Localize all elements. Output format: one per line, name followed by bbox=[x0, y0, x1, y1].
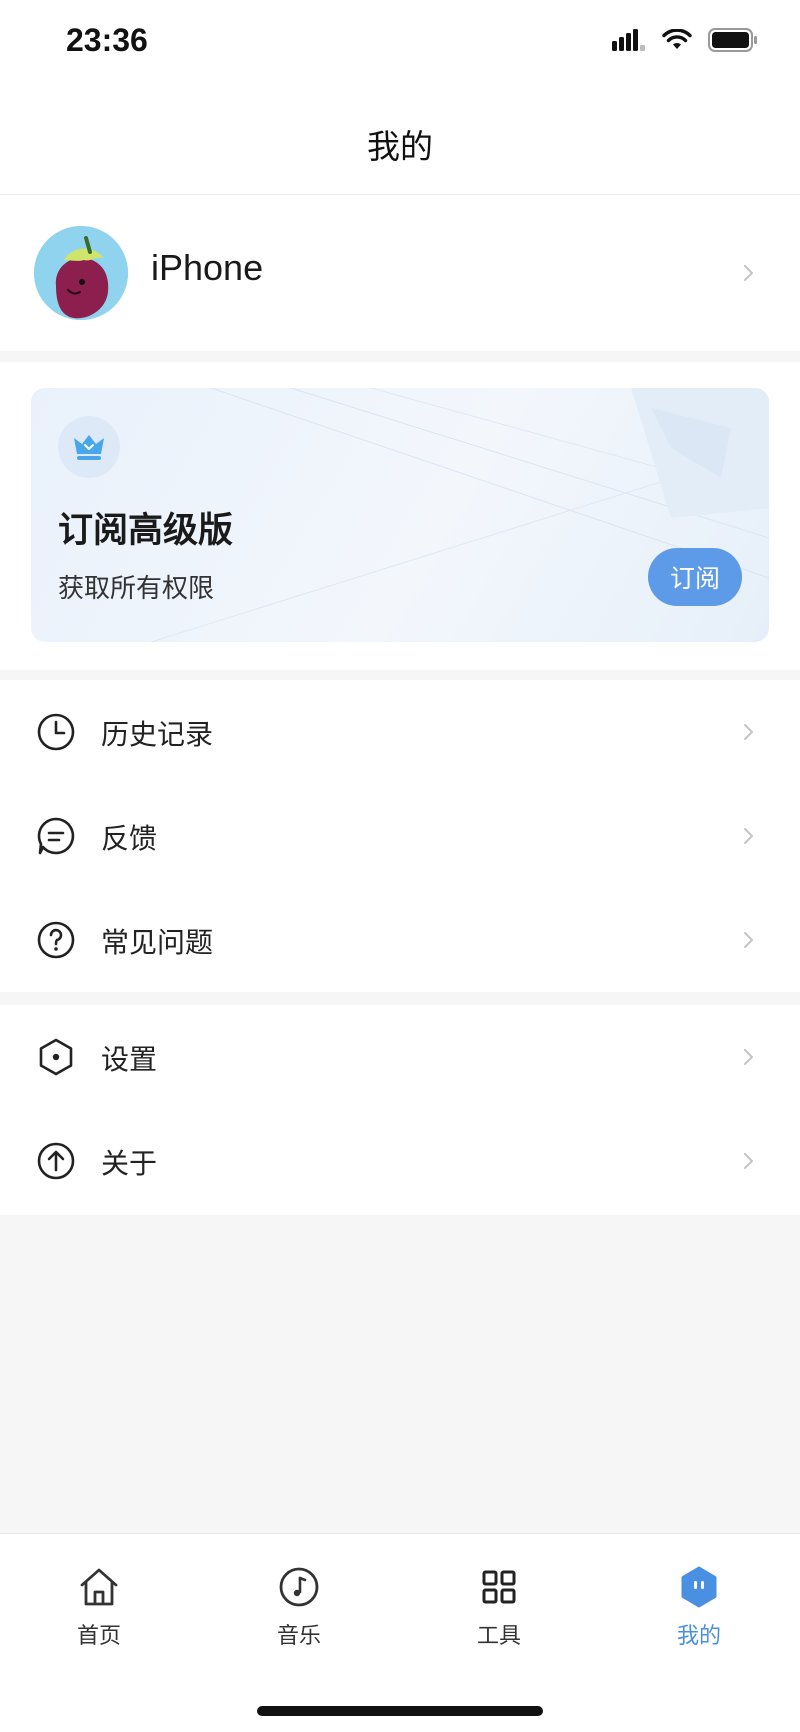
question-icon bbox=[36, 920, 76, 960]
menu-item-label: 历史记录 bbox=[101, 718, 214, 751]
menu-item-label: 常见问题 bbox=[101, 926, 214, 959]
menu-item-label: 反馈 bbox=[101, 822, 158, 855]
profile-icon bbox=[681, 1566, 717, 1608]
settings-hexagon-icon bbox=[36, 1037, 76, 1077]
signal-icon bbox=[612, 29, 646, 55]
subscription-card: 订阅高级版 获取所有权限 订阅 bbox=[31, 388, 769, 642]
chevron-right-icon bbox=[740, 828, 756, 844]
tab-music[interactable]: 音乐 bbox=[239, 1564, 359, 1664]
clock-icon bbox=[36, 712, 76, 752]
tab-home[interactable]: 首页 bbox=[39, 1564, 159, 1664]
chevron-right-icon bbox=[740, 265, 756, 281]
tab-label: 首页 bbox=[76, 1624, 121, 1649]
profile-row[interactable]: iPhone bbox=[0, 195, 800, 351]
nav-bar: 我的 bbox=[0, 90, 800, 195]
eggplant-avatar-icon bbox=[34, 226, 128, 320]
menu-group-secondary: 设置 关于 bbox=[0, 1005, 800, 1215]
subscription-description: 获取所有权限 bbox=[58, 574, 215, 604]
status-icons bbox=[612, 28, 758, 56]
profile-name: iPhone bbox=[151, 247, 264, 288]
page-title: 我的 bbox=[367, 127, 433, 166]
subscription-section: 订阅高级版 获取所有权限 订阅 bbox=[0, 362, 800, 670]
menu-item-feedback[interactable]: 反馈 bbox=[0, 784, 800, 888]
grid-icon bbox=[482, 1570, 516, 1604]
tab-profile[interactable]: 我的 bbox=[639, 1564, 759, 1664]
menu-item-settings[interactable]: 设置 bbox=[0, 1005, 800, 1109]
avatar bbox=[34, 226, 128, 320]
tab-label: 音乐 bbox=[276, 1624, 321, 1649]
home-icon bbox=[80, 1568, 118, 1606]
home-indicator[interactable] bbox=[257, 1706, 543, 1716]
tab-label: 工具 bbox=[476, 1624, 521, 1649]
tab-bar: 首页 音乐 工具 我的 bbox=[0, 1533, 800, 1732]
subscribe-button[interactable]: 订阅 bbox=[648, 548, 742, 606]
crown-icon bbox=[58, 416, 120, 478]
chevron-right-icon bbox=[740, 932, 756, 948]
status-bar: 23:36 bbox=[0, 0, 800, 90]
chevron-right-icon bbox=[740, 1049, 756, 1065]
tab-tools[interactable]: 工具 bbox=[439, 1564, 559, 1664]
chat-icon bbox=[36, 816, 76, 856]
status-time: 23:36 bbox=[66, 22, 148, 58]
menu-item-about[interactable]: 关于 bbox=[0, 1109, 800, 1213]
music-icon bbox=[279, 1567, 319, 1607]
chevron-right-icon bbox=[740, 1153, 756, 1169]
menu-item-faq[interactable]: 常见问题 bbox=[0, 888, 800, 992]
subscription-title: 订阅高级版 bbox=[58, 511, 234, 551]
tab-label: 我的 bbox=[676, 1624, 721, 1649]
battery-icon bbox=[708, 28, 758, 56]
menu-group-primary: 历史记录 反馈 常见问题 bbox=[0, 680, 800, 992]
menu-item-label: 关于 bbox=[101, 1147, 158, 1180]
menu-item-label: 设置 bbox=[101, 1043, 158, 1076]
wifi-icon bbox=[662, 28, 692, 55]
chevron-right-icon bbox=[740, 724, 756, 740]
arrow-up-circle-icon bbox=[36, 1141, 76, 1181]
menu-item-history[interactable]: 历史记录 bbox=[0, 680, 800, 784]
